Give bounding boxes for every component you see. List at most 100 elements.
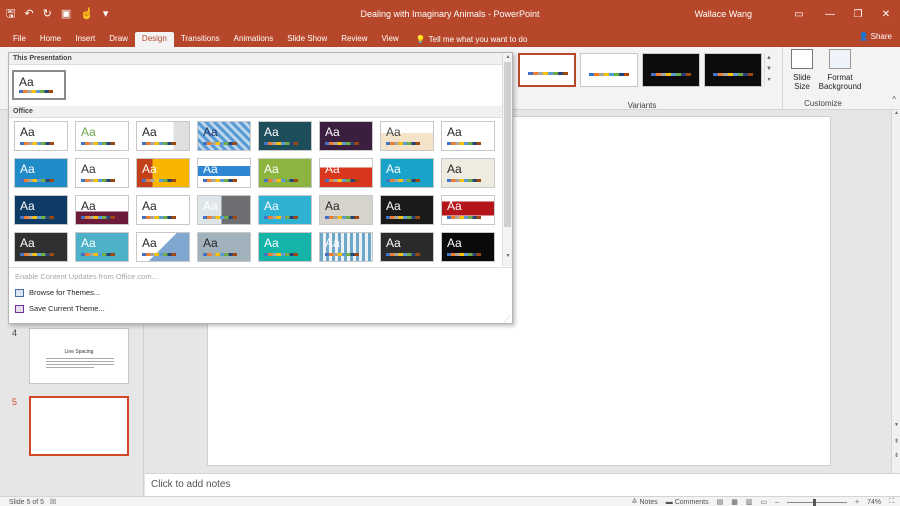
gallery-scrollbar[interactable]: ▲ ▼ (502, 53, 512, 266)
close-icon[interactable]: ✕ (872, 0, 900, 30)
theme-option[interactable]: Aa (319, 121, 373, 151)
theme-option[interactable]: Aa (380, 195, 434, 225)
zoom-in-icon[interactable]: + (855, 499, 859, 506)
tab-view[interactable]: View (375, 32, 406, 47)
theme-option[interactable]: Aa (197, 158, 251, 188)
tab-insert[interactable]: Insert (68, 32, 102, 47)
slide-thumbnail[interactable]: Line Spacing (29, 328, 129, 384)
tab-home[interactable]: Home (33, 32, 68, 47)
theme-option[interactable]: Aa (75, 232, 129, 262)
theme-option[interactable]: Aa (258, 232, 312, 262)
tab-draw[interactable]: Draw (102, 32, 135, 47)
format-background-button[interactable]: Format Background (817, 49, 863, 91)
gallery-scroll-down-icon[interactable]: ▼ (503, 253, 513, 259)
theme-option[interactable]: Aa (441, 195, 495, 225)
tell-me-box[interactable]: 💡 Tell me what you want to do (406, 32, 528, 47)
save-current-theme[interactable]: Save Current Theme... (15, 304, 105, 313)
variant-thumb[interactable] (642, 53, 700, 87)
scroll-up-icon[interactable]: ▲ (892, 110, 900, 116)
share-button[interactable]: 👤 Share (858, 32, 892, 41)
tab-slide-show[interactable]: Slide Show (280, 32, 334, 47)
theme-option[interactable]: Aa (136, 195, 190, 225)
theme-option[interactable]: Aa (136, 232, 190, 262)
browse-for-themes-label: Browse for Themes... (29, 288, 101, 297)
zoom-level[interactable]: 74% (867, 499, 881, 506)
theme-option[interactable]: Aa (380, 232, 434, 262)
zoom-slider-knob[interactable] (812, 498, 816, 506)
notes-pane[interactable]: Click to add notes (145, 473, 900, 496)
theme-option[interactable]: Aa (441, 121, 495, 151)
theme-option[interactable]: Aa (197, 195, 251, 225)
theme-option[interactable]: Aa (258, 121, 312, 151)
reading-view-icon[interactable]: ▥ (746, 498, 753, 506)
theme-option[interactable]: Aa (136, 158, 190, 188)
theme-sample-text: Aa (20, 125, 35, 139)
theme-option[interactable]: Aa (75, 121, 129, 151)
fit-slide-icon[interactable]: ⛶ (889, 498, 894, 506)
tab-design[interactable]: Design (134, 32, 174, 47)
theme-color-bar (81, 253, 115, 256)
lightbulb-icon: 💡 (415, 34, 426, 44)
theme-option[interactable]: Aa (258, 158, 312, 188)
tab-animations[interactable]: Animations (227, 32, 281, 47)
slide-sorter-icon[interactable]: ▦ (731, 498, 738, 506)
theme-option[interactable]: Aa (380, 121, 434, 151)
theme-option[interactable]: Aa (441, 232, 495, 262)
ribbon-display-options-icon[interactable]: ▭ (782, 0, 816, 30)
restore-icon[interactable]: ❐ (844, 0, 872, 30)
normal-view-icon[interactable]: ▤ (717, 498, 724, 506)
theme-option[interactable]: Aa (14, 121, 68, 151)
theme-option[interactable]: Aa (197, 232, 251, 262)
theme-option[interactable]: Aa (319, 158, 373, 188)
notes-toggle[interactable]: ≙ Notes (632, 498, 658, 506)
theme-option[interactable]: Aa (75, 158, 129, 188)
gallery-scroll-thumb[interactable] (504, 62, 511, 227)
vertical-scrollbar[interactable]: ▲ ▼ ⇞ ⇟ (891, 110, 900, 473)
variant-thumb[interactable] (704, 53, 762, 87)
theme-color-bar (81, 216, 115, 219)
theme-option[interactable]: Aa (258, 195, 312, 225)
tab-file[interactable]: File (6, 32, 33, 47)
gallery-scroll-up-icon[interactable]: ▲ (503, 54, 513, 60)
theme-option[interactable]: Aa (319, 232, 373, 262)
theme-option[interactable]: Aa (197, 121, 251, 151)
theme-option[interactable]: Aa (380, 158, 434, 188)
theme-option[interactable]: Aa (441, 158, 495, 188)
tab-transitions[interactable]: Transitions (174, 32, 227, 47)
variants-scroll[interactable]: ▲ ▼ ▾ (764, 53, 773, 87)
tab-review[interactable]: Review (334, 32, 374, 47)
slide-size-button[interactable]: Slide Size (787, 49, 817, 91)
variant-thumb[interactable] (518, 53, 576, 87)
previous-slide-icon[interactable]: ⇞ (892, 438, 900, 445)
theme-option[interactable]: Aa (14, 232, 68, 262)
theme-option[interactable]: Aa (136, 121, 190, 151)
slideshow-view-icon[interactable]: ▭ (760, 498, 767, 506)
browse-for-themes[interactable]: Browse for Themes... (15, 288, 100, 297)
theme-option[interactable]: Aa (14, 195, 68, 225)
theme-current[interactable]: Aa (12, 70, 66, 100)
theme-color-bar (20, 142, 54, 145)
theme-sample-text: Aa (20, 199, 35, 213)
collapse-ribbon-icon[interactable]: ^ (892, 95, 896, 104)
theme-color-bar (386, 179, 420, 182)
user-name[interactable]: Wallace Wang (695, 9, 752, 19)
slide-number: 4 (12, 328, 18, 338)
scroll-down-icon[interactable]: ▼ (892, 422, 900, 428)
variant-thumb[interactable] (580, 53, 638, 87)
theme-sample-text: Aa (142, 199, 157, 213)
next-slide-icon[interactable]: ⇟ (892, 452, 900, 459)
zoom-slider[interactable] (786, 498, 847, 506)
slide-size-icon (791, 49, 813, 69)
zoom-out-icon[interactable]: – (775, 499, 779, 506)
theme-option[interactable]: Aa (14, 158, 68, 188)
minimize-icon[interactable]: — (816, 0, 844, 30)
slide-thumbnail[interactable] (29, 396, 129, 456)
spelling-icon[interactable]: ☒ (46, 499, 56, 506)
resize-grip-icon[interactable]: ⋰ (504, 316, 510, 323)
theme-color-bar (142, 142, 176, 145)
theme-color-bar (203, 142, 237, 145)
comments-toggle[interactable]: ▬ Comments (666, 499, 709, 506)
notes-label: Notes (639, 499, 658, 506)
theme-option[interactable]: Aa (319, 195, 373, 225)
theme-option[interactable]: Aa (75, 195, 129, 225)
